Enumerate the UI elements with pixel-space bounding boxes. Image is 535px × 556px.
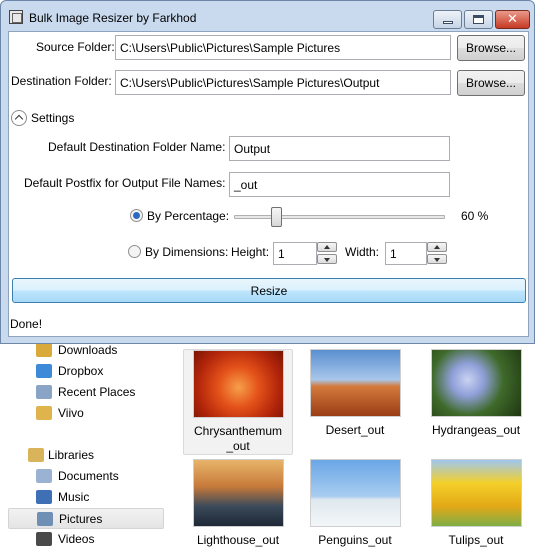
nav-item-label: Libraries <box>48 448 95 462</box>
nav-item-label: Viivo <box>58 406 84 420</box>
by-percentage-radio[interactable] <box>130 209 143 222</box>
source-folder-label: Source Folder: <box>36 40 115 54</box>
file-list: Chrysanthemum _out Desert_out Hydrangeas_… <box>175 344 535 556</box>
width-label: Width: <box>345 245 380 259</box>
width-decrement-button[interactable] <box>427 254 447 264</box>
maximize-button[interactable] <box>464 10 493 29</box>
nav-item-music[interactable]: Music <box>8 487 164 508</box>
title-bar[interactable]: Bulk Image Resizer by Farkhod ✕ <box>1 1 534 31</box>
thumbnail-item[interactable]: Hydrangeas_out <box>421 349 531 438</box>
nav-item-recent-places[interactable]: Recent Places <box>8 382 164 403</box>
by-dimensions-radio[interactable] <box>128 245 141 258</box>
nav-item-viivo[interactable]: Viivo <box>8 403 164 424</box>
window-title: Bulk Image Resizer by Farkhod <box>29 11 197 25</box>
default-folder-name-input[interactable]: Output <box>229 136 450 161</box>
destination-browse-button[interactable]: Browse... <box>457 70 525 96</box>
nav-item-label: Recent Places <box>58 385 136 399</box>
settings-collapse-icon[interactable] <box>11 110 27 126</box>
destination-folder-label: Destination Folder: <box>11 74 112 88</box>
source-browse-button[interactable]: Browse... <box>457 35 525 61</box>
minimize-button[interactable] <box>433 10 462 29</box>
percentage-slider-track[interactable] <box>234 215 445 219</box>
percentage-value: 60 % <box>461 209 489 223</box>
percentage-slider-thumb[interactable] <box>271 207 282 227</box>
source-folder-input[interactable]: C:\Users\Public\Pictures\Sample Pictures <box>115 35 451 60</box>
thumbnail-item[interactable]: Chrysanthemum _out <box>183 349 293 455</box>
image-thumbnail <box>309 349 401 417</box>
image-thumbnail <box>192 459 284 527</box>
postfix-input[interactable]: _out <box>229 172 450 197</box>
pictures-icon <box>37 512 53 526</box>
width-input[interactable]: 1 <box>385 242 427 265</box>
dialog-body: Source Folder: C:\Users\Public\Pictures\… <box>8 31 529 337</box>
nav-item-label: Downloads <box>58 343 118 357</box>
minimize-icon <box>442 21 453 24</box>
settings-header[interactable]: Settings <box>31 111 74 125</box>
by-percentage-label: By Percentage: <box>147 209 230 223</box>
thumbnail-item[interactable]: Tulips_out <box>421 459 531 548</box>
videos-icon <box>36 532 52 546</box>
documents-icon <box>36 469 52 483</box>
thumbnail-item[interactable]: Desert_out <box>300 349 410 438</box>
nav-item-dropbox[interactable]: Dropbox <box>8 361 164 382</box>
explorer-window: Downloads Dropbox Recent Places Viivo Li… <box>0 343 535 556</box>
thumbnail-item[interactable]: Lighthouse_out <box>183 459 293 548</box>
resize-button[interactable]: Resize <box>12 278 526 303</box>
height-label: Height: <box>231 245 270 259</box>
by-dimensions-label: By Dimensions: <box>145 245 229 259</box>
dropbox-icon <box>36 364 52 378</box>
close-button[interactable]: ✕ <box>495 10 530 29</box>
nav-item-label: Pictures <box>59 512 103 526</box>
image-thumbnail <box>430 349 522 417</box>
downloads-folder-icon <box>36 343 52 357</box>
libraries-icon <box>28 448 44 462</box>
status-text: Done! <box>10 317 43 331</box>
music-icon <box>36 490 52 504</box>
nav-item-videos[interactable]: Videos <box>8 529 164 550</box>
app-icon <box>9 10 23 24</box>
thumbnail-caption: Penguins_out <box>318 533 392 547</box>
height-increment-button[interactable] <box>317 242 337 252</box>
thumbnail-item[interactable]: Penguins_out <box>300 459 410 548</box>
nav-item-documents[interactable]: Documents <box>8 466 164 487</box>
close-icon: ✕ <box>507 12 518 27</box>
maximize-icon <box>473 15 484 24</box>
width-increment-button[interactable] <box>427 242 447 252</box>
nav-item-label: Music <box>58 490 90 504</box>
image-thumbnail <box>430 459 522 527</box>
thumbnail-caption: Tulips_out <box>448 533 504 547</box>
height-decrement-button[interactable] <box>317 254 337 264</box>
thumbnail-caption: Hydrangeas_out <box>431 423 521 437</box>
nav-item-libraries[interactable]: Libraries <box>8 445 164 466</box>
recent-places-icon <box>36 385 52 399</box>
image-thumbnail <box>309 459 401 527</box>
nav-item-pictures[interactable]: Pictures <box>8 508 164 529</box>
navigation-pane: Downloads Dropbox Recent Places Viivo Li… <box>0 343 170 556</box>
thumbnail-caption: Chrysanthemum _out <box>193 424 283 453</box>
thumbnail-caption: Desert_out <box>325 423 385 437</box>
nav-item-label: Documents <box>58 469 119 483</box>
nav-item-label: Dropbox <box>58 364 104 378</box>
bulk-image-resizer-window: Bulk Image Resizer by Farkhod ✕ Source F… <box>0 0 535 344</box>
height-input[interactable]: 1 <box>273 242 317 265</box>
postfix-label: Default Postfix for Output File Names: <box>24 176 226 190</box>
viivo-folder-icon <box>36 406 52 420</box>
nav-item-label: Videos <box>58 532 95 546</box>
thumbnail-caption: Lighthouse_out <box>196 533 280 547</box>
destination-folder-input[interactable]: C:\Users\Public\Pictures\Sample Pictures… <box>115 70 451 95</box>
image-thumbnail <box>192 350 284 418</box>
default-folder-name-label: Default Destination Folder Name: <box>48 140 226 154</box>
